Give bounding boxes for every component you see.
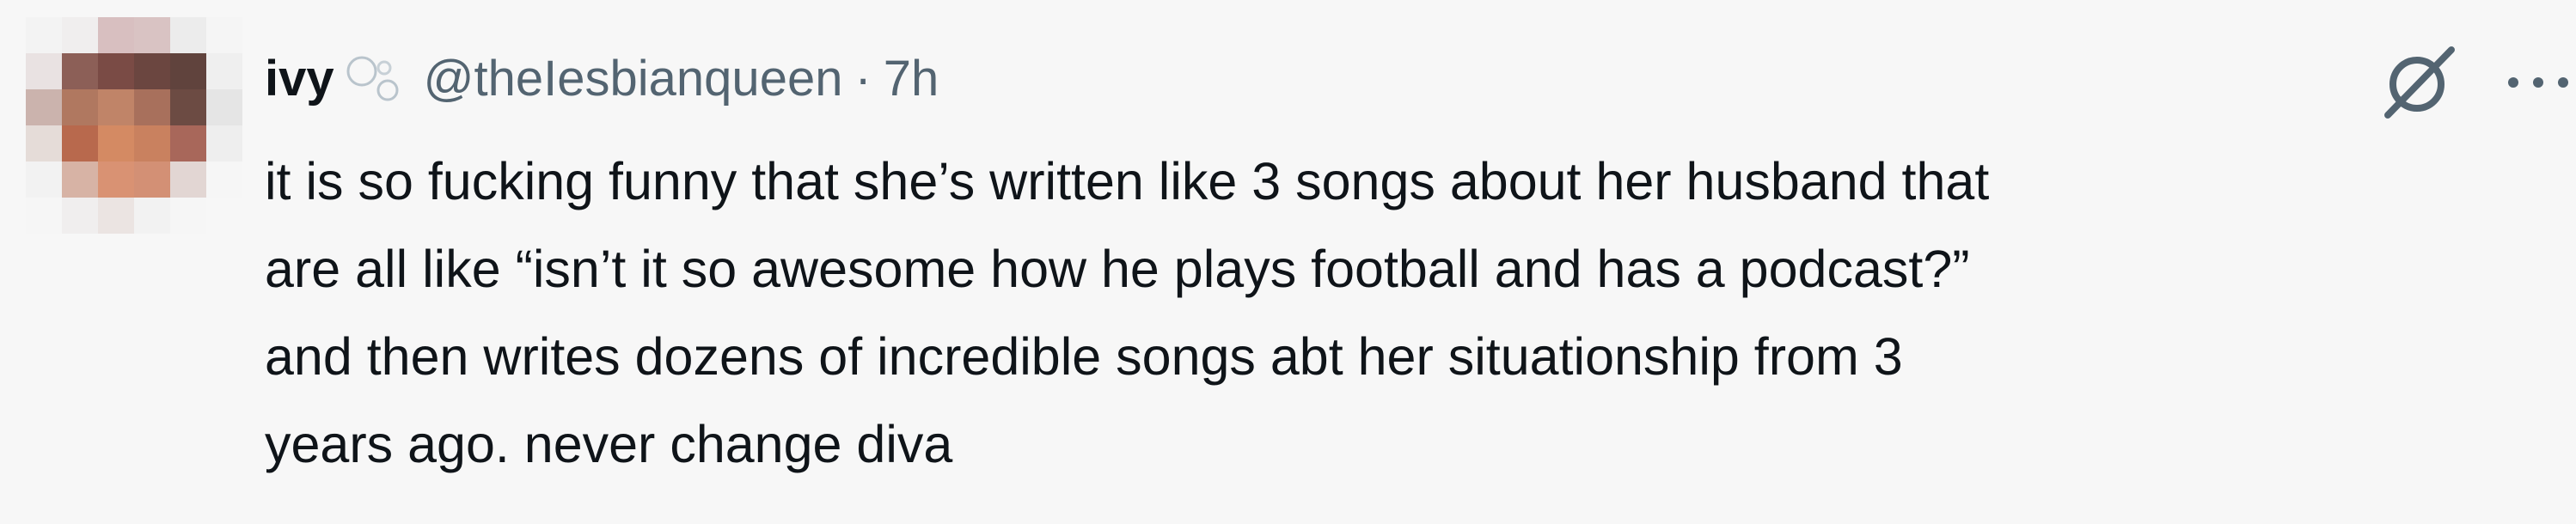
tweet-text-line: are all like “isn’t it so awesome how he… <box>265 240 1970 298</box>
avatar[interactable] <box>26 17 242 234</box>
avatar-pixel <box>170 53 206 89</box>
avatar-pixel <box>62 53 98 89</box>
tweet-card[interactable]: ivy @theIesbianqueen · 7h it is so fucki… <box>0 0 2576 524</box>
avatar-pixel <box>134 89 170 125</box>
avatar-pixel <box>134 17 170 53</box>
avatar-pixel <box>26 125 62 161</box>
avatar-pixel <box>170 89 206 125</box>
more-icon[interactable] <box>2501 41 2575 124</box>
avatar-pixel <box>206 53 242 89</box>
separator-dot: · <box>854 50 872 107</box>
avatar-pixel <box>134 125 170 161</box>
avatar-pixel <box>134 198 170 234</box>
avatar-pixel <box>206 89 242 125</box>
bubbles-icon <box>346 56 399 101</box>
avatar-pixel <box>206 17 242 53</box>
avatar-pixel <box>206 161 242 198</box>
avatar-pixel <box>26 17 62 53</box>
avatar-pixel <box>26 89 62 125</box>
avatar-pixel <box>62 198 98 234</box>
author-handle[interactable]: @theIesbianqueen <box>424 50 843 107</box>
tweet-text-line: and then writes dozens of incredible son… <box>265 327 1903 386</box>
avatar-pixel <box>62 89 98 125</box>
avatar-pixel <box>134 161 170 198</box>
avatar-pixel <box>98 17 134 53</box>
avatar-pixel <box>26 161 62 198</box>
avatar-pixel <box>62 17 98 53</box>
avatar-pixel <box>170 161 206 198</box>
avatar-pixel <box>26 53 62 89</box>
avatar-pixel <box>98 161 134 198</box>
avatar-pixel <box>98 198 134 234</box>
avatar-pixel <box>62 161 98 198</box>
grok-icon[interactable] <box>2372 41 2467 124</box>
tweet-text-line: years ago. never change diva <box>265 415 953 473</box>
avatar-pixel <box>134 53 170 89</box>
tweet-header: ivy @theIesbianqueen · 7h <box>265 41 939 115</box>
tweet-text: it is so fucking funny that she’s writte… <box>265 137 2568 488</box>
avatar-pixel <box>170 17 206 53</box>
avatar-pixel <box>206 125 242 161</box>
avatar-pixel <box>170 198 206 234</box>
avatar-pixel <box>98 89 134 125</box>
avatar-pixel <box>98 53 134 89</box>
avatar-pixel <box>98 125 134 161</box>
author-display-name[interactable]: ivy <box>265 50 334 107</box>
avatar-pixel <box>62 125 98 161</box>
avatar-pixel <box>170 125 206 161</box>
avatar-pixel <box>26 198 62 234</box>
avatar-pixel <box>206 198 242 234</box>
timestamp[interactable]: 7h <box>884 50 939 107</box>
tweet-text-line: it is so fucking funny that she’s writte… <box>265 152 1990 210</box>
